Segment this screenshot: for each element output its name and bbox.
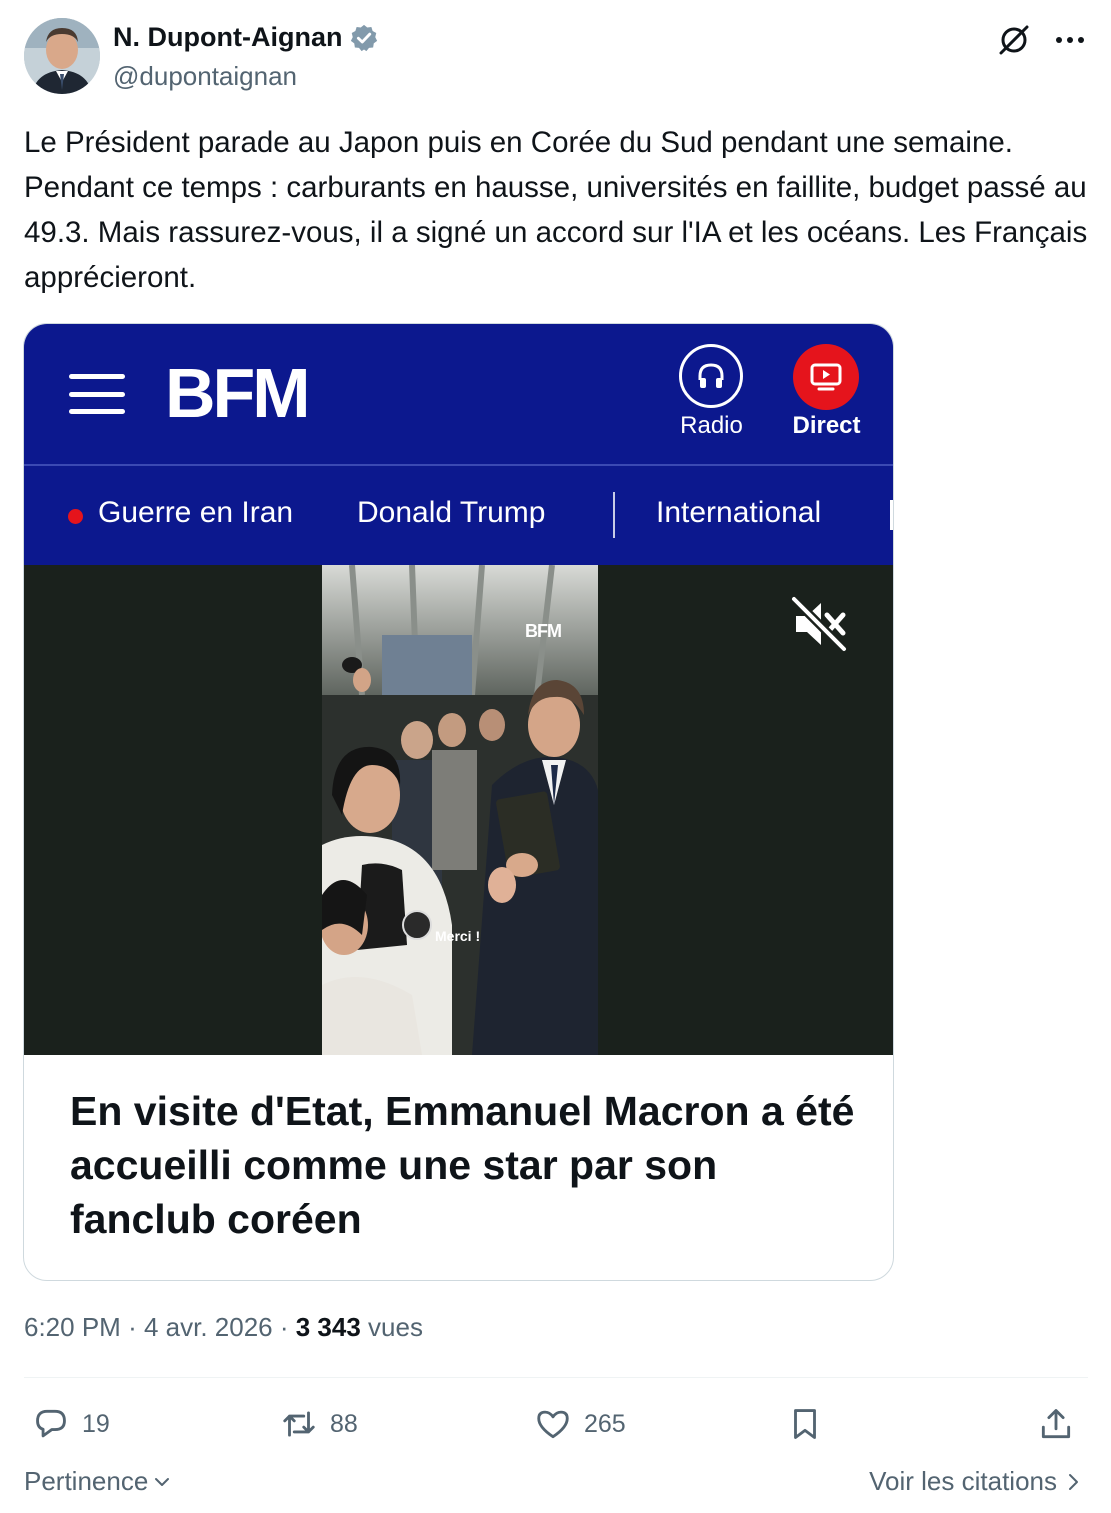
avatar[interactable] [24,18,100,94]
video-watermark: BFM [525,621,562,641]
tweet-meta: 6:20 PM · 4 avr. 2026 · 3 343 vues [24,1312,423,1343]
video-player[interactable]: BFM Merci ! [24,565,893,1055]
like-count: 265 [584,1409,626,1438]
reply-icon [36,1409,66,1438]
author-display-name[interactable]: N. Dupont-Aignan [113,22,342,53]
nav-separator [613,492,615,538]
bookmark-icon [794,1409,816,1439]
radio-label: Radio [680,412,743,439]
action-bar: 19 88 265 [24,1396,1088,1452]
bfm-header: BFM Radio Direct [24,324,893,465]
direct-label: Direct [792,412,861,439]
repost-icon [283,1411,315,1437]
repost-count: 88 [330,1409,358,1438]
author-handle[interactable]: @dupontaignan [113,61,297,92]
more-icon[interactable] [1052,22,1088,58]
bookmark-button[interactable] [786,1396,824,1452]
bfm-logo: BFM [165,354,311,432]
grok-icon[interactable] [996,22,1032,58]
like-button[interactable]: 265 [534,1396,626,1452]
share-button[interactable] [1037,1396,1075,1452]
meta-separator: · [128,1312,144,1342]
chevron-right-icon [1069,1473,1078,1490]
tweet-text: Le Président parade au Japon puis en Cor… [24,126,1096,294]
header-actions [996,22,1088,58]
card-headline: En visite d'Etat, Emmanuel Macron a été … [70,1088,855,1242]
view-quotes-link[interactable]: Voir les citations [869,1466,1081,1497]
author-name-row[interactable]: N. Dupont-Aignan [113,22,379,53]
reply-button[interactable]: 19 [32,1396,110,1452]
video-frame: BFM Merci ! [322,565,598,1055]
tweet-date[interactable]: 4 avr. 2026 [144,1312,273,1342]
heart-icon [537,1410,569,1439]
view-count: 3 343 [295,1312,361,1342]
sort-dropdown[interactable]: Pertinence [24,1466,172,1497]
muted-speaker-icon[interactable] [790,595,848,653]
nav-item-international: International [656,496,822,529]
chevron-down-icon [155,1477,170,1486]
repost-button[interactable]: 88 [280,1396,358,1452]
reply-count: 19 [82,1409,110,1438]
headphones-icon [679,344,743,408]
meta-separator: · [279,1312,296,1342]
tv-play-icon [793,344,859,410]
nav-item-guerre-en-iran: Guerre en Iran [98,496,294,529]
view-quotes-label: Voir les citations [869,1466,1057,1496]
nav-item-donald-trump: Donald Trump [357,496,546,529]
sort-label: Pertinence [24,1466,149,1496]
video-caption: Merci ! [435,928,481,944]
nav-overflow-indicator [890,500,893,530]
hamburger-menu-icon [69,374,125,414]
live-dot-icon [68,509,83,524]
share-icon [1041,1409,1071,1439]
tweet-header: N. Dupont-Aignan @dupontaignan [24,18,1088,98]
bfm-nav: Guerre en Iran Donald Trump Internationa… [24,466,893,565]
views-label: vues [368,1312,423,1342]
tweet-time[interactable]: 6:20 PM [24,1312,121,1342]
media-card[interactable]: BFM Radio Direct Guerre en Iran Donald T… [23,323,894,1281]
divider [24,1377,1088,1378]
verified-badge-icon [351,24,378,51]
